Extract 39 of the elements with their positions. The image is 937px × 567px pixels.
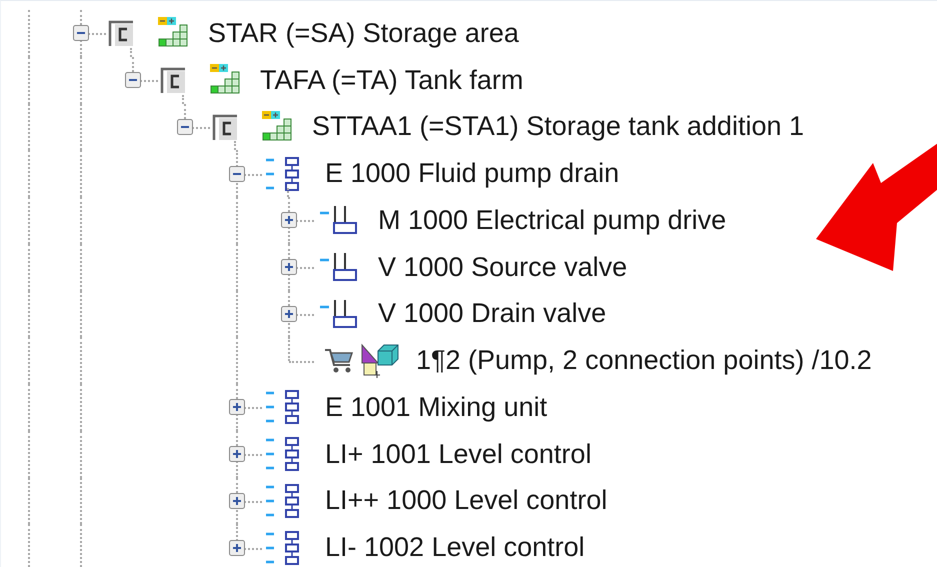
collapse-button[interactable] [229, 166, 245, 182]
bracket-icon [160, 66, 186, 94]
tree-item-label[interactable]: V 1000 Drain valve [378, 298, 606, 330]
tree-item-label[interactable]: E 1001 Mixing unit [325, 392, 548, 423]
tree-item-label[interactable]: STTAA1 (=STA1) Storage tank addition 1 [312, 111, 804, 142]
cart-icon [324, 346, 354, 375]
tree-item-label[interactable]: TAFA (=TA) Tank farm [260, 64, 524, 96]
expand-button[interactable] [229, 492, 245, 509]
block-stack-icon [266, 156, 302, 191]
collapse-button[interactable] [177, 118, 193, 135]
collapse-button[interactable] [125, 72, 141, 88]
tree-item-label[interactable]: V 1000 Source valve [378, 252, 628, 283]
bracket-icon [212, 112, 238, 141]
block-stack-icon [266, 484, 302, 518]
tree-item-label[interactable]: LI+ 1001 Level control [325, 438, 592, 470]
expand-button[interactable] [229, 540, 245, 556]
expand-button[interactable] [229, 446, 245, 462]
block-stack-icon [266, 530, 302, 565]
block-stack-icon [266, 437, 302, 472]
tree-item-label[interactable]: STAR (=SA) Storage area [208, 18, 519, 49]
bracket-icon [108, 19, 134, 48]
tree-item-label[interactable]: LI++ 1000 Level control [325, 485, 608, 516]
expand-button[interactable] [281, 259, 297, 276]
collapse-button[interactable] [73, 25, 89, 42]
expand-button[interactable] [229, 399, 245, 416]
fork-icon [320, 252, 358, 282]
tree-item-label[interactable]: E 1000 Fluid pump drain [325, 158, 620, 190]
tree-item-label[interactable]: 1¶2 (Pump, 2 connection points) /10.2 [416, 345, 872, 376]
triangle-cube-icon [360, 342, 400, 379]
expand-button[interactable] [281, 212, 297, 228]
grid-icon [262, 110, 292, 143]
fork-icon [320, 298, 358, 329]
tree-item-label[interactable]: LI- 1002 Level control [325, 532, 585, 564]
tree-item-label[interactable]: M 1000 Electrical pump drive [378, 204, 726, 236]
fork-icon [320, 205, 358, 236]
block-stack-icon [266, 390, 302, 424]
grid-icon [158, 17, 188, 50]
expand-button[interactable] [281, 306, 297, 322]
grid-icon [210, 64, 240, 96]
